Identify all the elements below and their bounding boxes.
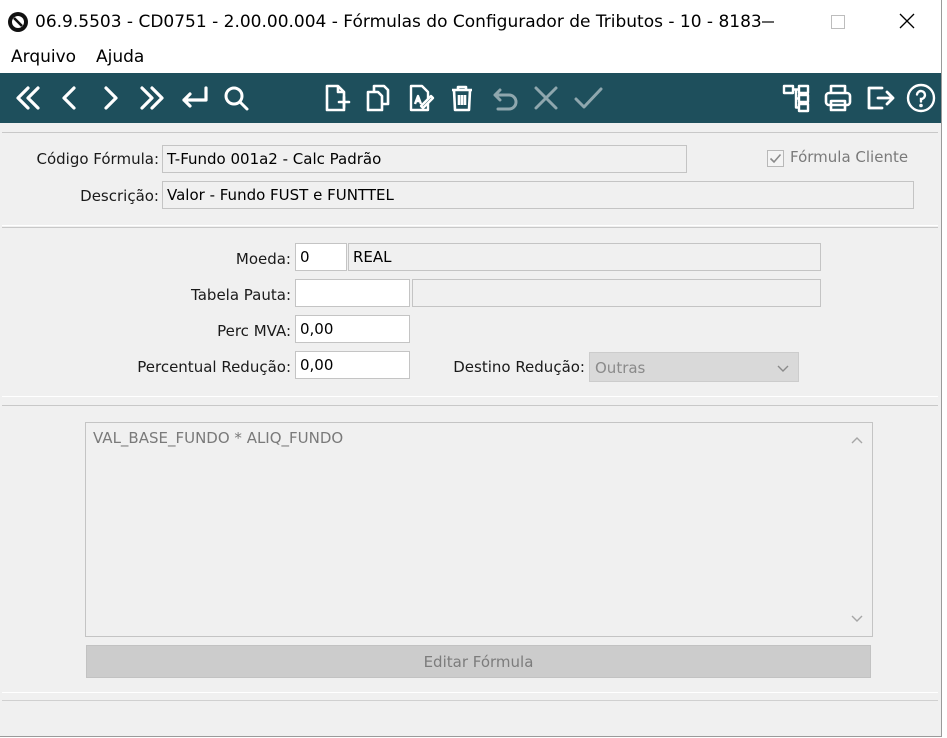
descricao-field[interactable]: Valor - Fundo FUST e FUNTTEL — [162, 181, 914, 209]
formula-cliente-label: Fórmula Cliente — [790, 148, 909, 166]
cancel-icon[interactable] — [530, 82, 562, 114]
perc-mva-field[interactable]: 0,00 — [295, 315, 410, 343]
app-logo-icon — [7, 11, 29, 33]
menu-ajuda[interactable]: Ajuda — [96, 47, 144, 67]
moeda-code-field[interactable]: 0 — [295, 243, 347, 271]
title-bar: 06.9.5503 - CD0751 - 2.00.00.004 - Fórmu… — [0, 0, 941, 44]
toolbar — [0, 73, 941, 123]
editar-formula-button[interactable]: Editar Fórmula — [86, 645, 871, 678]
tabela-pauta-code-field[interactable] — [295, 279, 410, 307]
chevron-down-icon — [776, 361, 790, 379]
moeda-name-field: REAL — [348, 243, 821, 271]
application-window: 06.9.5503 - CD0751 - 2.00.00.004 - Fórmu… — [0, 0, 942, 737]
moeda-label: Moeda: — [235, 250, 291, 268]
perc-mva-label: Perc MVA: — [217, 322, 291, 340]
checkbox-box[interactable] — [767, 150, 784, 167]
copy-record-icon[interactable] — [362, 82, 394, 114]
destino-reducao-select[interactable]: Outras — [589, 352, 799, 382]
edit-record-icon[interactable] — [404, 82, 436, 114]
first-record-icon[interactable] — [12, 82, 44, 114]
close-icon[interactable] — [893, 8, 921, 36]
maximize-icon[interactable] — [823, 8, 851, 36]
previous-record-icon[interactable] — [54, 82, 86, 114]
menu-arquivo[interactable]: Arquivo — [11, 47, 76, 67]
tabela-pauta-label: Tabela Pauta: — [191, 286, 291, 304]
tabela-pauta-name-field — [412, 279, 821, 307]
destino-reducao-label: Destino Redução: — [453, 358, 585, 376]
search-icon[interactable] — [220, 82, 252, 114]
undo-icon[interactable] — [490, 82, 522, 114]
percentual-reducao-label: Percentual Redução: — [137, 358, 291, 376]
next-record-icon[interactable] — [94, 82, 126, 114]
exit-icon[interactable] — [864, 82, 896, 114]
last-record-icon[interactable] — [136, 82, 168, 114]
help-icon[interactable] — [905, 82, 937, 114]
background-window-edge — [942, 0, 947, 738]
formula-textarea[interactable]: VAL_BASE_FUNDO * ALIQ_FUNDO — [85, 422, 873, 637]
scroll-up-icon[interactable] — [850, 431, 864, 449]
minimize-icon[interactable] — [753, 8, 781, 36]
codigo-formula-field[interactable]: T-Fundo 001a2 - Calc Padrão — [162, 145, 687, 173]
destino-reducao-value: Outras — [595, 359, 646, 377]
status-bar — [2, 700, 938, 736]
print-icon[interactable] — [822, 82, 854, 114]
percentual-reducao-field[interactable]: 0,00 — [295, 351, 410, 379]
descricao-label: Descrição: — [80, 187, 159, 205]
goto-record-icon[interactable] — [178, 82, 210, 114]
new-record-icon[interactable] — [320, 82, 352, 114]
check-icon — [769, 153, 782, 164]
scroll-down-icon[interactable] — [850, 610, 864, 628]
window-title: 06.9.5503 - CD0751 - 2.00.00.004 - Fórmu… — [35, 12, 762, 32]
codigo-formula-label: Código Fórmula: — [36, 150, 159, 168]
tree-icon[interactable] — [780, 82, 812, 114]
confirm-icon[interactable] — [572, 82, 604, 114]
delete-icon[interactable] — [446, 82, 478, 114]
menu-bar: Arquivo Ajuda — [0, 44, 941, 74]
formula-text: VAL_BASE_FUNDO * ALIQ_FUNDO — [93, 429, 344, 447]
